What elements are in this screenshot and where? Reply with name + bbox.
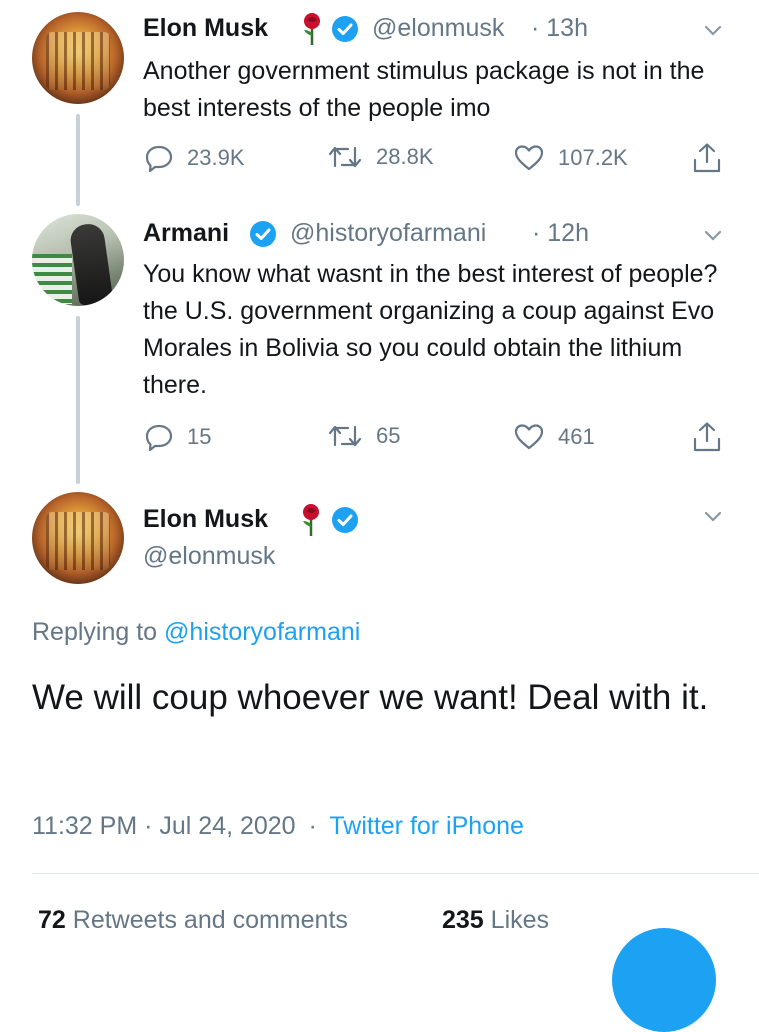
divider xyxy=(32,873,759,874)
tweet-time[interactable]: · 13h xyxy=(531,14,588,43)
replying-to-prefix: Replying to xyxy=(32,618,158,646)
chevron-down-icon[interactable] xyxy=(704,24,722,42)
reply-count: 23.9K xyxy=(187,145,245,170)
replying-to: Replying to @historyofarmani xyxy=(32,618,360,647)
tweet-author-handle[interactable]: @historyofarmani xyxy=(290,219,486,248)
tweet-author-name[interactable]: Armani xyxy=(143,219,229,248)
reply-icon xyxy=(145,424,173,451)
tweet-timestamp[interactable]: 11:32 PM · Jul 24, 2020 xyxy=(32,812,296,840)
reply-button[interactable]: 23.9K xyxy=(145,144,245,172)
tweet-author-name[interactable]: Elon Musk xyxy=(143,14,268,43)
rose-emoji-icon xyxy=(300,503,322,542)
retweet-icon xyxy=(328,146,362,168)
heart-icon xyxy=(514,424,544,450)
rose-emoji-icon xyxy=(301,12,323,51)
chevron-down-icon[interactable] xyxy=(704,229,722,247)
avatar-armani[interactable] xyxy=(32,214,124,306)
verified-badge-icon xyxy=(332,16,358,42)
reply-button[interactable]: 15 xyxy=(145,423,211,451)
verified-badge-icon xyxy=(250,221,276,247)
likes-label: Likes xyxy=(490,906,550,934)
likes-stat[interactable]: 235 Likes xyxy=(442,906,549,935)
retweet-button[interactable]: 65 xyxy=(328,423,400,449)
like-button[interactable]: 107.2K xyxy=(514,144,628,172)
retweet-icon xyxy=(328,425,362,447)
avatar-elon-musk[interactable] xyxy=(32,492,124,584)
retweet-count: 65 xyxy=(376,423,401,448)
tweet-meta: 11:32 PM · Jul 24, 2020 · Twitter for iP… xyxy=(32,812,524,841)
likes-count: 235 xyxy=(442,906,484,934)
share-icon[interactable] xyxy=(692,421,722,458)
retweets-count: 72 xyxy=(38,906,66,934)
avatar-elon-musk[interactable] xyxy=(32,12,124,104)
heart-icon xyxy=(514,145,544,171)
like-count: 107.2K xyxy=(558,145,628,170)
chevron-down-icon[interactable] xyxy=(704,510,722,528)
avatar-image xyxy=(46,32,110,90)
reply-count: 15 xyxy=(187,424,212,449)
retweet-count: 28.8K xyxy=(376,144,434,169)
avatar-image xyxy=(32,254,72,304)
main-tweet-text: We will coup whoever we want! Deal with … xyxy=(32,678,709,717)
tweet-text: You know what wasnt in the best interest… xyxy=(143,260,718,399)
tweet-text: Another government stimulus package is n… xyxy=(143,57,705,122)
share-icon[interactable] xyxy=(692,142,722,179)
like-count: 461 xyxy=(558,424,595,449)
replying-to-link[interactable]: @historyofarmani xyxy=(164,618,360,646)
reply-icon xyxy=(145,145,173,172)
verified-badge-icon xyxy=(332,507,358,533)
tweet-author-name[interactable]: Elon Musk xyxy=(143,505,268,534)
like-button[interactable]: 461 xyxy=(514,423,595,451)
tweet-author-handle[interactable]: @elonmusk xyxy=(372,14,504,43)
retweets-stat[interactable]: 72 Retweets and comments xyxy=(38,906,348,935)
avatar-image xyxy=(46,512,110,570)
meta-separator: · xyxy=(308,812,317,840)
avatar-figure xyxy=(68,222,114,306)
thread-line xyxy=(76,316,80,484)
tweet-source-link[interactable]: Twitter for iPhone xyxy=(329,812,524,840)
retweets-label: Retweets and comments xyxy=(72,906,348,934)
compose-tweet-button[interactable] xyxy=(612,928,716,1032)
thread-line xyxy=(76,114,80,206)
tweet-author-handle[interactable]: @elonmusk xyxy=(143,542,275,571)
retweet-button[interactable]: 28.8K xyxy=(328,144,434,170)
tweet-time[interactable]: · 12h xyxy=(532,219,589,248)
